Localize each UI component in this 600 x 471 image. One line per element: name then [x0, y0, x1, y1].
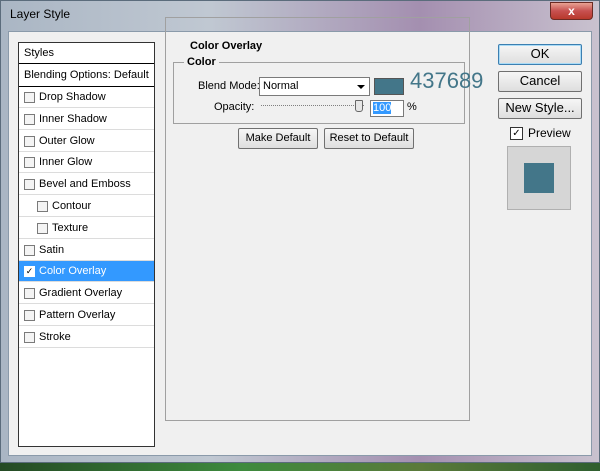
preview-checkbox[interactable]: ✓ — [510, 127, 523, 140]
close-button[interactable]: x — [550, 2, 593, 20]
blend-mode-label: Blend Mode: — [198, 80, 260, 92]
window-title: Layer Style — [10, 7, 71, 21]
style-item-label: Inner Shadow — [39, 112, 107, 125]
style-item-label: Outer Glow — [39, 134, 95, 147]
style-item-drop-shadow[interactable]: Drop Shadow — [19, 87, 154, 108]
checkbox[interactable] — [37, 222, 48, 234]
styles-header[interactable]: Styles — [19, 43, 154, 64]
style-item-label: Contour — [52, 200, 92, 212]
overlay-color-swatch[interactable] — [374, 78, 404, 95]
style-item-inner-glow[interactable]: Inner Glow — [19, 152, 154, 174]
style-item-texture[interactable]: Texture — [19, 217, 154, 239]
checkbox[interactable] — [24, 157, 35, 169]
style-item-contour[interactable]: Contour — [19, 196, 154, 217]
checkbox[interactable] — [24, 179, 35, 191]
checkbox[interactable] — [24, 92, 35, 103]
style-item-label: Inner Glow — [39, 156, 93, 169]
preview-thumbnail — [507, 146, 571, 210]
make-default-button[interactable]: Make Default — [238, 128, 318, 149]
opacity-unit: % — [407, 101, 417, 113]
checkbox[interactable] — [37, 201, 48, 212]
checkbox[interactable] — [24, 331, 35, 343]
ok-button[interactable]: OK — [498, 44, 582, 65]
blend-mode-select[interactable]: Normal — [259, 77, 370, 96]
checkbox[interactable] — [24, 310, 35, 321]
checkbox[interactable] — [24, 244, 35, 256]
style-item-label: Stroke — [39, 330, 71, 343]
new-style-button[interactable]: New Style... — [498, 98, 582, 119]
style-item-pattern-overlay[interactable]: Pattern Overlay — [19, 305, 154, 326]
opacity-input[interactable]: 100 — [370, 100, 404, 117]
color-overlay-title: Color Overlay — [187, 40, 266, 52]
style-item-label: Bevel and Emboss — [39, 178, 131, 191]
style-item-outer-glow[interactable]: Outer Glow — [19, 130, 154, 152]
opacity-label: Opacity: — [214, 101, 255, 113]
opacity-slider-track[interactable] — [261, 105, 364, 107]
style-item-satin[interactable]: Satin — [19, 239, 154, 261]
preview-swatch — [524, 163, 554, 193]
style-item-label: Pattern Overlay — [39, 309, 116, 321]
layer-style-dialog: Layer Style x Styles Blending Options: D… — [0, 0, 600, 463]
checkbox[interactable] — [24, 135, 35, 147]
style-item-label: Drop Shadow — [39, 91, 106, 103]
checkbox[interactable] — [24, 288, 35, 300]
blending-options-item[interactable]: Blending Options: Default — [19, 64, 154, 87]
reset-to-default-button[interactable]: Reset to Default — [324, 128, 414, 149]
desktop-background-strip — [0, 463, 600, 471]
preview-label: Preview — [528, 126, 571, 140]
cancel-button[interactable]: Cancel — [498, 71, 582, 92]
opacity-value: 100 — [373, 102, 392, 114]
style-item-label: Gradient Overlay — [39, 287, 123, 300]
style-item-inner-shadow[interactable]: Inner Shadow — [19, 108, 154, 130]
checkbox[interactable]: ✓ — [24, 266, 35, 278]
chevron-down-icon — [357, 85, 365, 89]
style-item-label: Color Overlay — [39, 265, 107, 278]
color-hex-annotation: 437689 — [410, 68, 484, 93]
style-item-color-overlay[interactable]: ✓ Color Overlay — [19, 261, 154, 283]
blend-mode-value: Normal — [263, 80, 299, 92]
checkbox[interactable] — [24, 113, 35, 125]
style-item-label: Texture — [52, 221, 89, 234]
style-item-gradient-overlay[interactable]: Gradient Overlay — [19, 283, 154, 305]
color-subgroup-title: Color — [184, 56, 219, 68]
styles-panel: Styles Blending Options: Default Drop Sh… — [18, 42, 155, 447]
opacity-slider-thumb[interactable] — [355, 100, 363, 112]
style-item-label: Satin — [39, 243, 65, 256]
style-item-stroke[interactable]: Stroke — [19, 326, 154, 348]
style-item-bevel-and-emboss[interactable]: Bevel and Emboss — [19, 174, 154, 196]
